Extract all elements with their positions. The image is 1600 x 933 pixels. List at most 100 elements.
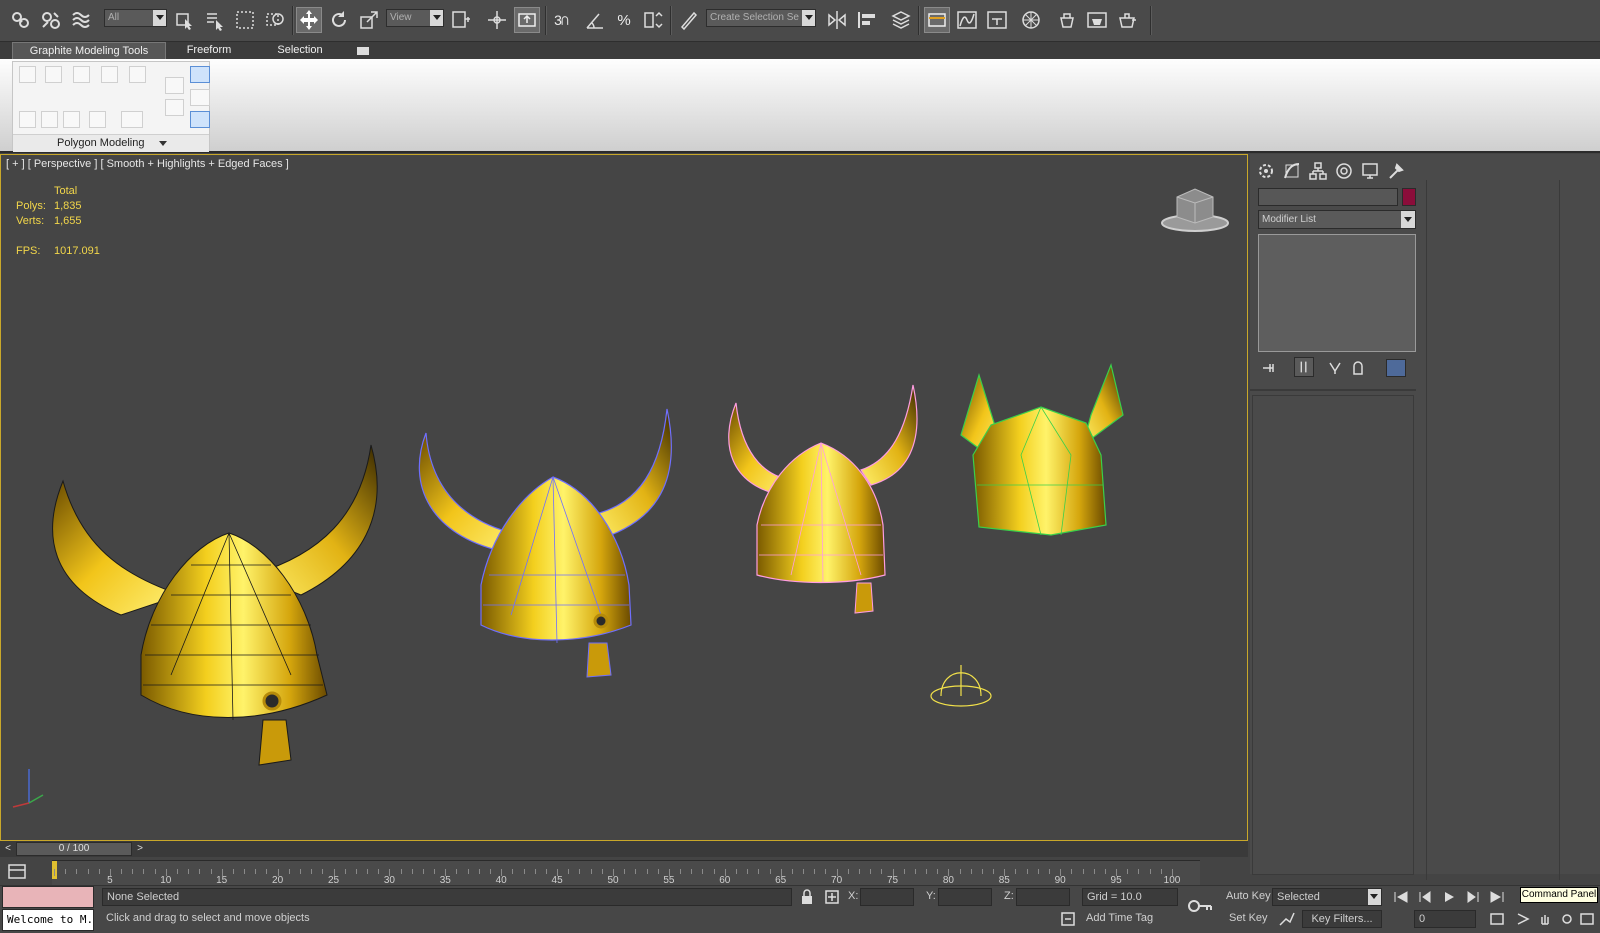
auto-key-button[interactable]: Auto Key bbox=[1226, 890, 1271, 902]
time-config-icon[interactable] bbox=[1488, 911, 1506, 927]
utilities-icon[interactable] bbox=[1384, 160, 1408, 182]
ribbon-options-icon[interactable] bbox=[357, 47, 369, 55]
angle-snap-icon[interactable] bbox=[582, 7, 608, 33]
maximize-viewport-icon[interactable] bbox=[1578, 911, 1596, 927]
perspective-viewport[interactable]: [ + ] [ Perspective ] [ Smooth + Highlig… bbox=[0, 154, 1248, 841]
set-key-icon[interactable] bbox=[1186, 896, 1214, 916]
modify-mode-up-icon[interactable] bbox=[165, 77, 184, 94]
layer-icon[interactable] bbox=[888, 7, 914, 33]
previous-frame-icon[interactable] bbox=[1416, 889, 1434, 905]
pan-view-icon[interactable] bbox=[1536, 911, 1554, 927]
current-frame-field[interactable]: 0 bbox=[1414, 910, 1476, 928]
maxscript-listener-input[interactable]: Welcome to M. bbox=[2, 909, 94, 931]
select-by-name-icon[interactable] bbox=[202, 7, 228, 33]
link-icon[interactable] bbox=[8, 7, 34, 33]
element-mode-icon[interactable] bbox=[129, 66, 146, 83]
material-editor-icon[interactable] bbox=[1018, 7, 1044, 33]
curve-editor-icon[interactable] bbox=[954, 7, 980, 33]
go-to-end-icon[interactable] bbox=[1488, 889, 1506, 905]
panel-expand-arrow-icon[interactable] bbox=[159, 141, 167, 146]
remove-modifier-icon[interactable] bbox=[1348, 360, 1368, 376]
mini-curve-editor-icon[interactable] bbox=[6, 862, 30, 882]
object-name-field[interactable] bbox=[1258, 188, 1398, 206]
bind-space-warp-icon[interactable] bbox=[68, 7, 94, 33]
modify-icon[interactable] bbox=[1280, 160, 1304, 182]
time-prev-icon[interactable]: < bbox=[2, 843, 14, 855]
show-end-result-icon[interactable] bbox=[1294, 357, 1314, 377]
make-unique-icon[interactable] bbox=[1326, 360, 1346, 376]
configure-sets-icon[interactable] bbox=[1386, 359, 1406, 377]
ribbon-tool-3-icon[interactable] bbox=[63, 111, 80, 128]
pin-stack-toggle-icon[interactable] bbox=[190, 89, 210, 106]
percent-snap-icon[interactable]: % bbox=[611, 7, 637, 33]
spinner-snap-icon[interactable] bbox=[640, 7, 666, 33]
scene-canvas[interactable] bbox=[1, 155, 1247, 840]
ribbon-tool-4-icon[interactable] bbox=[89, 111, 106, 128]
modify-mode-down-icon[interactable] bbox=[165, 99, 184, 116]
time-slider-thumb[interactable]: 0 / 100 bbox=[16, 842, 132, 856]
object-color-swatch[interactable] bbox=[1402, 188, 1416, 206]
rendered-frame-icon[interactable] bbox=[1084, 7, 1110, 33]
add-time-tag[interactable]: Add Time Tag bbox=[1086, 912, 1153, 924]
tab-graphite-modeling-tools[interactable]: Graphite Modeling Tools bbox=[12, 42, 166, 59]
edit-named-sel-icon[interactable] bbox=[676, 7, 702, 33]
time-tag-icon[interactable] bbox=[1060, 911, 1076, 927]
pivot-icon[interactable] bbox=[448, 7, 474, 33]
schematic-icon[interactable] bbox=[984, 7, 1010, 33]
helmet-gizmo[interactable] bbox=[930, 665, 992, 707]
time-next-icon[interactable]: > bbox=[134, 843, 146, 855]
ribbon-toggle-icon[interactable] bbox=[924, 7, 950, 33]
border-mode-icon[interactable] bbox=[73, 66, 90, 83]
tab-selection[interactable]: Selection bbox=[262, 42, 338, 59]
snap-icon[interactable]: 3 bbox=[550, 7, 576, 33]
key-mode-dropdown[interactable]: Selected bbox=[1272, 888, 1382, 906]
motion-icon[interactable] bbox=[1332, 160, 1356, 182]
maxscript-listener-top[interactable] bbox=[2, 886, 94, 908]
viking-helmet-high-poly[interactable] bbox=[52, 444, 378, 766]
select-move-icon[interactable] bbox=[296, 7, 322, 33]
edge-mode-icon[interactable] bbox=[45, 66, 62, 83]
mirror-icon[interactable] bbox=[824, 7, 850, 33]
render-setup-icon[interactable] bbox=[1054, 7, 1080, 33]
unlink-icon[interactable] bbox=[38, 7, 64, 33]
ribbon-tool-2-icon[interactable] bbox=[41, 111, 58, 128]
orbit-icon[interactable] bbox=[1558, 911, 1576, 927]
window-crossing-icon[interactable] bbox=[262, 7, 288, 33]
select-rotate-icon[interactable] bbox=[326, 7, 352, 33]
selection-filter-dropdown[interactable]: All bbox=[104, 9, 167, 27]
create-icon[interactable] bbox=[1254, 160, 1278, 182]
default-tangent-icon[interactable] bbox=[1278, 910, 1296, 928]
lock-selection-icon[interactable] bbox=[800, 889, 814, 905]
hierarchy-icon[interactable] bbox=[1306, 160, 1330, 182]
y-coord-field[interactable] bbox=[938, 888, 992, 906]
ribbon-tool-5-icon[interactable] bbox=[121, 111, 143, 128]
select-object-icon[interactable] bbox=[172, 7, 198, 33]
track-bar[interactable]: 5 10 15 20 25 30 35 40 45 50 55 60 65 70 75 80 85 90 95 100 bbox=[0, 860, 1248, 886]
collapse-stack-icon[interactable] bbox=[190, 111, 210, 128]
render-icon[interactable] bbox=[1114, 7, 1140, 33]
viking-helmet-pink-wire[interactable] bbox=[728, 384, 918, 614]
manipulate-icon[interactable] bbox=[484, 7, 510, 33]
set-key-button[interactable]: Set Key bbox=[1229, 912, 1268, 924]
key-filters-button[interactable]: Key Filters... bbox=[1302, 910, 1382, 928]
modifier-stack-list[interactable] bbox=[1258, 234, 1416, 352]
modifier-list-dropdown[interactable]: Modifier List bbox=[1258, 210, 1416, 229]
select-scale-icon[interactable] bbox=[356, 7, 382, 33]
reference-coordinate-dropdown[interactable]: View bbox=[386, 9, 444, 27]
align-icon[interactable] bbox=[854, 7, 880, 33]
ribbon-tool-1-icon[interactable] bbox=[19, 111, 36, 128]
time-slider[interactable]: < 0 / 100 > bbox=[0, 841, 1248, 857]
play-icon[interactable] bbox=[1440, 889, 1458, 905]
vertex-mode-icon[interactable] bbox=[19, 66, 36, 83]
polygon-mode-icon[interactable] bbox=[101, 66, 118, 83]
zoom-icon[interactable] bbox=[1514, 911, 1532, 927]
absolute-mode-icon[interactable] bbox=[824, 889, 840, 905]
go-to-start-icon[interactable] bbox=[1392, 889, 1410, 905]
z-coord-field[interactable] bbox=[1016, 888, 1070, 906]
polygon-modeling-panel-label[interactable]: Polygon Modeling bbox=[13, 134, 209, 152]
show-end-result-toggle-icon[interactable] bbox=[190, 66, 210, 83]
keyboard-shortcut-override-icon[interactable] bbox=[514, 7, 540, 33]
pin-stack-icon[interactable] bbox=[1260, 360, 1280, 376]
rect-region-icon[interactable] bbox=[232, 7, 258, 33]
tab-freeform[interactable]: Freeform bbox=[174, 42, 244, 59]
